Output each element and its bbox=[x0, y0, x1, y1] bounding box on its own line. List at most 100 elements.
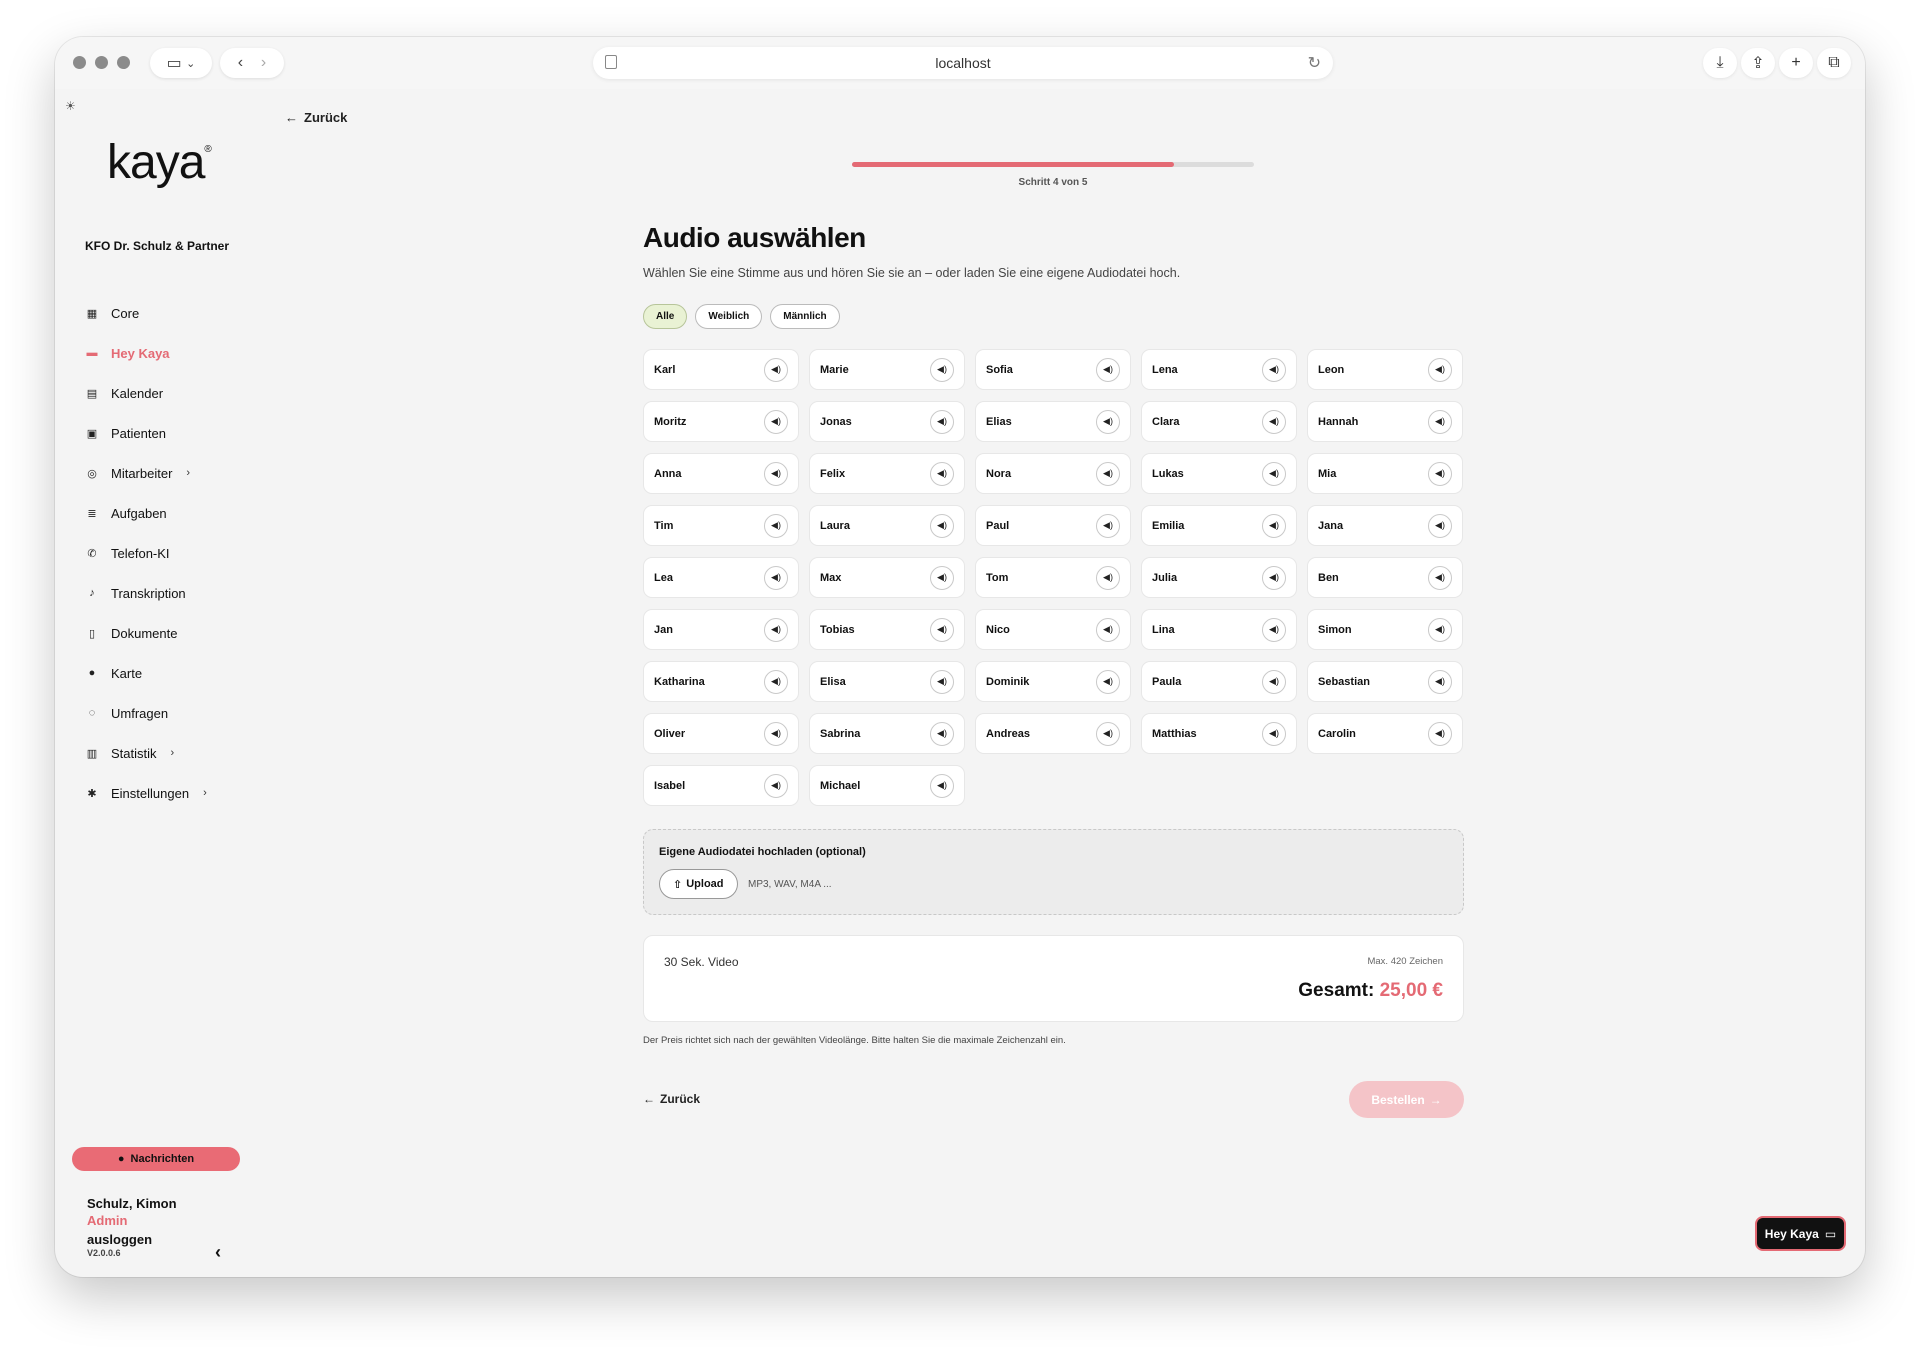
speaker-icon[interactable]: ◀) bbox=[930, 565, 954, 590]
voice-card[interactable]: Carolin ◀) bbox=[1307, 713, 1463, 754]
speaker-icon[interactable]: ◀) bbox=[930, 721, 954, 746]
voice-card[interactable]: Michael ◀) bbox=[809, 765, 965, 806]
speaker-icon[interactable]: ◀) bbox=[1262, 617, 1286, 642]
speaker-icon[interactable]: ◀) bbox=[764, 409, 788, 434]
sidebar-item-kalender[interactable]: ▤ Kalender bbox=[85, 373, 207, 413]
voice-card[interactable]: Sebastian ◀) bbox=[1307, 661, 1463, 702]
speaker-icon[interactable]: ◀) bbox=[1096, 357, 1120, 382]
speaker-icon[interactable]: ◀) bbox=[1428, 357, 1452, 382]
voice-card[interactable]: Tobias ◀) bbox=[809, 609, 965, 650]
reload-icon[interactable]: ↻ bbox=[1308, 53, 1321, 73]
voice-card[interactable]: Dominik ◀) bbox=[975, 661, 1131, 702]
voice-card[interactable]: Matthias ◀) bbox=[1141, 713, 1297, 754]
voice-card[interactable]: Elias ◀) bbox=[975, 401, 1131, 442]
upload-dropzone[interactable]: Eigene Audiodatei hochladen (optional) ⇧… bbox=[643, 829, 1464, 915]
speaker-icon[interactable]: ◀) bbox=[764, 669, 788, 694]
filter-chip-männlich[interactable]: Männlich bbox=[770, 304, 840, 329]
maximize-window-button[interactable] bbox=[117, 56, 130, 69]
speaker-icon[interactable]: ◀) bbox=[930, 773, 954, 798]
speaker-icon[interactable]: ◀) bbox=[764, 773, 788, 798]
speaker-icon[interactable]: ◀) bbox=[1262, 357, 1286, 382]
plus-icon[interactable]: + bbox=[1779, 48, 1813, 78]
voice-card[interactable]: Lukas ◀) bbox=[1141, 453, 1297, 494]
voice-card[interactable]: Simon ◀) bbox=[1307, 609, 1463, 650]
logout-link[interactable]: ausloggen bbox=[87, 1232, 177, 1247]
speaker-icon[interactable]: ◀) bbox=[1262, 669, 1286, 694]
sidebar-toggle-button[interactable]: ▭ ⌄ bbox=[150, 48, 212, 78]
sidebar-item-statistik[interactable]: ▥ Statistik › bbox=[85, 733, 207, 773]
sidebar-item-einstellungen[interactable]: ✱ Einstellungen › bbox=[85, 773, 206, 813]
voice-card[interactable]: Andreas ◀) bbox=[975, 713, 1131, 754]
speaker-icon[interactable]: ◀) bbox=[1096, 409, 1120, 434]
voice-card[interactable]: Oliver ◀) bbox=[643, 713, 799, 754]
voice-card[interactable]: Lena ◀) bbox=[1141, 349, 1297, 390]
collapse-sidebar-icon[interactable]: ‹ bbox=[215, 1242, 221, 1263]
voice-card[interactable]: Lina ◀) bbox=[1141, 609, 1297, 650]
speaker-icon[interactable]: ◀) bbox=[930, 669, 954, 694]
speaker-icon[interactable]: ◀) bbox=[1096, 669, 1120, 694]
voice-card[interactable]: Jana ◀) bbox=[1307, 505, 1463, 546]
voice-card[interactable]: Nora ◀) bbox=[975, 453, 1131, 494]
tabs-icon[interactable]: ⧉ bbox=[1817, 48, 1851, 78]
voice-card[interactable]: Paula ◀) bbox=[1141, 661, 1297, 702]
close-window-button[interactable] bbox=[73, 56, 86, 69]
theme-toggle-icon[interactable]: ☀ bbox=[65, 99, 76, 113]
sidebar-item-dokumente[interactable]: ▯ Dokumente bbox=[85, 613, 207, 653]
upload-button[interactable]: ⇧ Upload bbox=[659, 869, 738, 899]
speaker-icon[interactable]: ◀) bbox=[930, 357, 954, 382]
speaker-icon[interactable]: ◀) bbox=[1428, 669, 1452, 694]
speaker-icon[interactable]: ◀) bbox=[1096, 513, 1120, 538]
sidebar-item-karte[interactable]: ● Karte bbox=[85, 653, 207, 693]
speaker-icon[interactable]: ◀) bbox=[1428, 409, 1452, 434]
voice-card[interactable]: Marie ◀) bbox=[809, 349, 965, 390]
voice-card[interactable]: Clara ◀) bbox=[1141, 401, 1297, 442]
sidebar-item-hey-kaya[interactable]: ▬ Hey Kaya bbox=[85, 333, 207, 373]
voice-card[interactable]: Julia ◀) bbox=[1141, 557, 1297, 598]
back-button[interactable]: ← Zurück bbox=[643, 1092, 700, 1106]
order-button[interactable]: Bestellen → bbox=[1349, 1081, 1464, 1118]
speaker-icon[interactable]: ◀) bbox=[1096, 461, 1120, 486]
speaker-icon[interactable]: ◀) bbox=[764, 617, 788, 642]
sidebar-item-patienten[interactable]: ▣ Patienten bbox=[85, 413, 207, 453]
forward-icon[interactable]: › bbox=[261, 54, 266, 72]
speaker-icon[interactable]: ◀) bbox=[1428, 617, 1452, 642]
speaker-icon[interactable]: ◀) bbox=[1428, 461, 1452, 486]
voice-card[interactable]: Ben ◀) bbox=[1307, 557, 1463, 598]
voice-card[interactable]: Katharina ◀) bbox=[643, 661, 799, 702]
sidebar-item-aufgaben[interactable]: ≣ Aufgaben bbox=[85, 493, 207, 533]
filter-chip-alle[interactable]: Alle bbox=[643, 304, 688, 329]
voice-card[interactable]: Jan ◀) bbox=[643, 609, 799, 650]
sidebar-item-umfragen[interactable]: ◌ Umfragen bbox=[85, 693, 207, 733]
speaker-icon[interactable]: ◀) bbox=[764, 565, 788, 590]
speaker-icon[interactable]: ◀) bbox=[930, 513, 954, 538]
voice-card[interactable]: Emilia ◀) bbox=[1141, 505, 1297, 546]
voice-card[interactable]: Laura ◀) bbox=[809, 505, 965, 546]
voice-card[interactable]: Paul ◀) bbox=[975, 505, 1131, 546]
speaker-icon[interactable]: ◀) bbox=[1262, 565, 1286, 590]
voice-card[interactable]: Tim ◀) bbox=[643, 505, 799, 546]
speaker-icon[interactable]: ◀) bbox=[1428, 721, 1452, 746]
speaker-icon[interactable]: ◀) bbox=[1096, 721, 1120, 746]
voice-card[interactable]: Anna ◀) bbox=[643, 453, 799, 494]
speaker-icon[interactable]: ◀) bbox=[764, 357, 788, 382]
voice-card[interactable]: Hannah ◀) bbox=[1307, 401, 1463, 442]
speaker-icon[interactable]: ◀) bbox=[1262, 409, 1286, 434]
speaker-icon[interactable]: ◀) bbox=[1262, 513, 1286, 538]
share-icon[interactable]: ⇪ bbox=[1741, 48, 1775, 78]
hey-kaya-button[interactable]: Hey Kaya ▭ bbox=[1755, 1216, 1846, 1251]
sidebar-item-transkription[interactable]: ♪ Transkription bbox=[85, 573, 207, 613]
voice-card[interactable]: Karl ◀) bbox=[643, 349, 799, 390]
speaker-icon[interactable]: ◀) bbox=[1428, 565, 1452, 590]
voice-card[interactable]: Moritz ◀) bbox=[643, 401, 799, 442]
speaker-icon[interactable]: ◀) bbox=[930, 409, 954, 434]
speaker-icon[interactable]: ◀) bbox=[1096, 565, 1120, 590]
voice-card[interactable]: Sabrina ◀) bbox=[809, 713, 965, 754]
voice-card[interactable]: Tom ◀) bbox=[975, 557, 1131, 598]
speaker-icon[interactable]: ◀) bbox=[1262, 461, 1286, 486]
download-icon[interactable]: ⤓ bbox=[1703, 48, 1737, 78]
speaker-icon[interactable]: ◀) bbox=[930, 617, 954, 642]
voice-card[interactable]: Mia ◀) bbox=[1307, 453, 1463, 494]
kaya-logo[interactable]: kaya® bbox=[107, 135, 212, 190]
speaker-icon[interactable]: ◀) bbox=[1262, 721, 1286, 746]
voice-card[interactable]: Isabel ◀) bbox=[643, 765, 799, 806]
